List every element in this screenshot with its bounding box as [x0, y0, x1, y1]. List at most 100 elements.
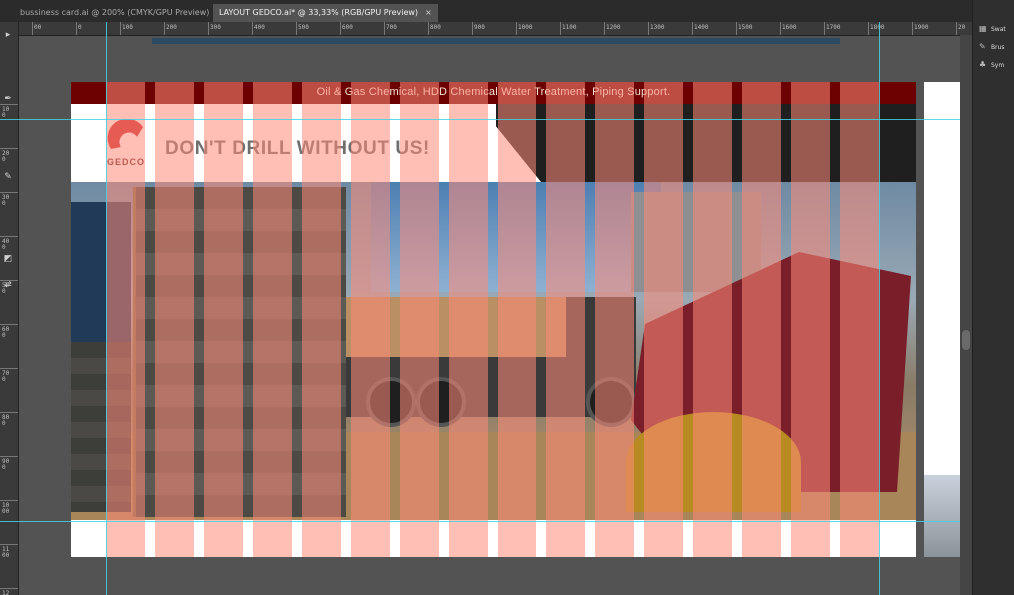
ruler-label: 800	[2, 414, 10, 427]
artboard-footer-area	[71, 520, 916, 557]
photo-building-right	[631, 192, 761, 292]
ruler-label: 400	[2, 238, 10, 251]
ruler-tick	[0, 368, 18, 369]
ruler-label: 500	[298, 24, 309, 31]
ruler-label: 300	[210, 24, 221, 31]
ruler-tick	[736, 22, 737, 35]
ruler-label: 300	[2, 194, 10, 207]
ruler-tick	[384, 22, 385, 35]
ruler-tick	[428, 22, 429, 35]
ruler-tick	[956, 22, 957, 35]
tab-label: bussiness card.ai @ 200% (CMYK/GPU Previ…	[20, 8, 210, 17]
site-photo	[71, 182, 916, 520]
ruler-label: 12	[2, 590, 10, 595]
horizontal-ruler[interactable]: 00 0 100 200 300 400 500 600 700 800 900 1000 1100 12…	[18, 22, 972, 36]
ruler-label: 700	[2, 370, 10, 383]
ruler-label: 800	[430, 24, 441, 31]
ruler-tick	[0, 588, 18, 589]
ruler-label: 600	[2, 326, 10, 339]
ruler-label: 700	[386, 24, 397, 31]
ruler-tick	[560, 22, 561, 35]
photo-truck-wheel	[586, 377, 636, 427]
collapsed-panels: ▦ Swat ✎ Brus ♣ Sym	[972, 0, 1014, 595]
panel-symbols[interactable]: ♣ Sym	[979, 58, 1004, 72]
ruler-label: 100	[122, 24, 133, 31]
ruler-label: 200	[166, 24, 177, 31]
photo-truck-wheel	[366, 377, 416, 427]
ruler-label: 1900	[914, 24, 929, 31]
photo-truck-cargo	[346, 297, 566, 357]
ruler-tick	[0, 148, 18, 149]
panel-swatches-label: Swat	[991, 26, 1006, 33]
artboard-main[interactable]: Oil & Gas Chemical, HDD Chemical Water T…	[71, 82, 916, 557]
secondary-artboard-image	[924, 475, 960, 557]
ruler-tick	[120, 22, 121, 35]
ruler-tick	[0, 236, 18, 237]
gedco-logo-mark-icon	[107, 118, 143, 149]
top-red-bar: Oil & Gas Chemical, HDD Chemical Water T…	[71, 82, 916, 104]
ruler-tick	[76, 22, 77, 35]
ruler-tick	[340, 22, 341, 35]
ruler-tick	[780, 22, 781, 35]
logo-text: GEDCO	[107, 157, 146, 167]
ruler-label: 1100	[562, 24, 577, 31]
ruler-tick	[692, 22, 693, 35]
ruler-label: 1700	[826, 24, 841, 31]
ruler-label: 1600	[782, 24, 797, 31]
gedco-logo: GEDCO	[107, 118, 151, 171]
ruler-tick	[252, 22, 253, 35]
tab-business-card[interactable]: bussiness card.ai @ 200% (CMYK/GPU Previ…	[14, 4, 229, 22]
ruler-tick	[0, 324, 18, 325]
ruler-label: 1000	[518, 24, 533, 31]
symbols-icon: ♣	[979, 60, 987, 69]
scrollbar-thumb[interactable]	[962, 330, 970, 350]
ruler-tick	[912, 22, 913, 35]
ruler-tick	[0, 104, 18, 105]
photo-bag-stack-left	[71, 342, 131, 512]
selection-tool-icon[interactable]: ▸	[3, 30, 13, 40]
ruler-label: 1500	[738, 24, 753, 31]
fill-stroke-icon[interactable]: ◩	[3, 254, 13, 264]
panel-swatches[interactable]: ▦ Swat	[979, 22, 1006, 36]
ruler-label: 20	[958, 24, 966, 31]
ruler-tick	[604, 22, 605, 35]
ruler-tick	[824, 22, 825, 35]
photo-truck-wheel	[416, 377, 466, 427]
ruler-tick	[868, 22, 869, 35]
panel-brushes[interactable]: ✎ Brus	[979, 40, 1005, 54]
ruler-label: 1800	[870, 24, 885, 31]
ruler-tick	[648, 22, 649, 35]
ruler-tick	[208, 22, 209, 35]
ruler-tick	[0, 412, 18, 413]
ruler-label: 00	[34, 24, 42, 31]
ruler-label: 900	[474, 24, 485, 31]
ruler-label: 0	[78, 24, 82, 31]
ruler-tick	[32, 22, 33, 35]
ruler-label: 1200	[606, 24, 621, 31]
offscreen-artboard-edge	[152, 38, 840, 44]
ruler-tick	[472, 22, 473, 35]
brushes-icon: ✎	[979, 42, 986, 51]
brush-tool-icon[interactable]: ✎	[3, 172, 13, 182]
close-tab-icon[interactable]: ×	[425, 8, 432, 17]
ruler-label: 200	[2, 150, 10, 163]
ruler-tick	[0, 544, 18, 545]
photo-sky	[371, 182, 661, 292]
services-tagline: Oil & Gas Chemical, HDD Chemical Water T…	[316, 86, 671, 98]
slogan-heading: DON'T DRILL WITHOUT US!	[165, 138, 430, 159]
tab-layout-gedco[interactable]: LAYOUT GEDCO.ai* @ 33,33% (RGB/GPU Previ…	[213, 4, 438, 22]
ruler-tick	[516, 22, 517, 35]
vertical-ruler[interactable]: 100 200 300 400 500 600 700 800 900 1000 1100 12	[0, 22, 19, 595]
swap-colors-icon[interactable]: ⇄	[3, 280, 13, 290]
ruler-label: 900	[2, 458, 10, 471]
tab-label: LAYOUT GEDCO.ai* @ 33,33% (RGB/GPU Previ…	[219, 8, 419, 17]
ruler-label: 1400	[694, 24, 709, 31]
ruler-tick	[296, 22, 297, 35]
vertical-scrollbar[interactable]	[960, 35, 972, 595]
photo-bag-stack	[133, 187, 346, 517]
ruler-tick	[0, 192, 18, 193]
panel-symbols-label: Sym	[991, 62, 1005, 69]
ruler-label: 100	[2, 106, 10, 119]
pen-tool-icon[interactable]: ✒	[3, 94, 13, 104]
photo-building-left	[71, 202, 131, 352]
